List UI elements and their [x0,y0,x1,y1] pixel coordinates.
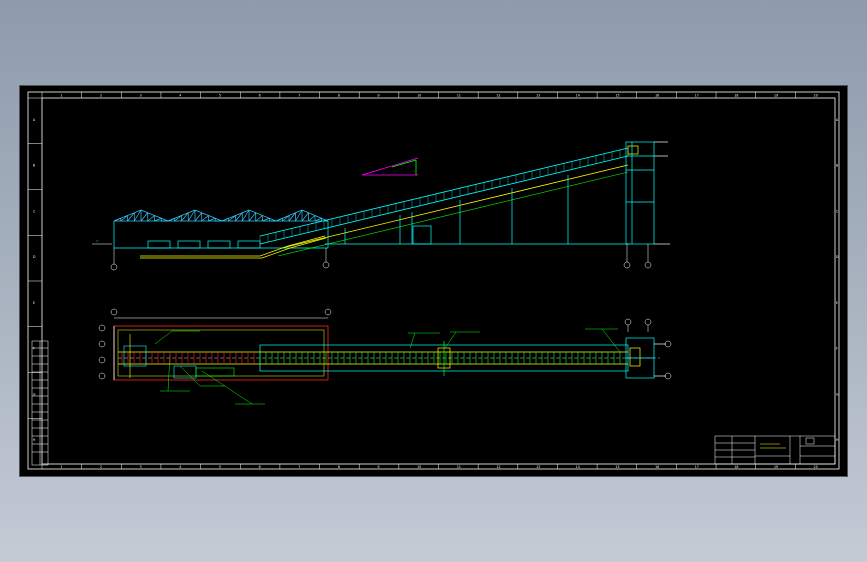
row-marker-right: F [836,347,838,351]
row-marker-right: D [836,255,839,259]
row-marker-left: H [33,438,36,442]
column-marker-bottom: 14 [576,465,580,469]
plan-tail-section [123,334,235,379]
truss-diagonal [255,215,263,222]
truss-diagonal [308,215,316,222]
column-marker-bottom: 20 [814,465,818,469]
inclined-gallery [259,147,629,257]
plan-dimension-top [98,308,672,380]
truss-diagonal [314,217,322,222]
column-marker-bottom: 17 [695,465,699,469]
row-marker-right: E [836,301,838,305]
column-marker-top: 3 [140,94,142,98]
column-marker-top: 5 [219,94,221,98]
row-marker-right: H [836,438,839,442]
transfer-tower [625,141,670,245]
column-marker-bottom: 12 [496,465,500,469]
row-marker-right: C [836,209,839,213]
cad-drawing-viewport[interactable]: 1 1 2 2 3 3 4 4 5 5 6 6 7 7 8 8 9 9 10 10 11 11 12 12 13 13 14 14 15… [20,86,847,476]
row-marker-left: F [33,347,35,351]
row-marker-left: B [33,164,35,168]
row-marker-right: B [836,164,838,168]
plan-annotations [154,328,621,405]
column-marker-top: 1 [60,94,62,98]
row-markers: A AB BC CD DE EF FG GH H [33,118,839,442]
column-marker-bottom: 5 [219,465,221,469]
column-marker-top: 4 [179,94,181,98]
truss-diagonal [301,212,309,222]
column-marker-top: 20 [814,94,818,98]
truss-diagonal [154,217,162,222]
column-marker-bottom: 2 [100,465,102,469]
column-marker-bottom: 19 [774,465,778,469]
column-marker-bottom: 13 [536,465,540,469]
column-markers: 1122334455667788991010111112121313141415… [60,94,817,470]
drawing-frame [27,91,840,470]
column-marker-top: 17 [695,94,699,98]
truss-diagonal [194,212,203,222]
column-marker-bottom: 4 [179,465,181,469]
column-marker-top: 14 [576,94,580,98]
row-marker-left: D [33,255,36,259]
column-marker-top: 11 [457,94,461,98]
column-marker-top: 8 [338,94,340,98]
title-block [714,435,836,465]
truss-diagonal [167,217,175,222]
row-marker-left: A [33,118,36,122]
column-marker-bottom: 18 [734,465,738,469]
truss-diagonal [174,215,182,222]
column-marker-bottom: 1 [60,465,62,469]
column-marker-bottom: 3 [140,465,142,469]
truss-diagonal [221,217,229,222]
building-roof-truss [113,209,329,222]
column-marker-top: 15 [615,94,619,98]
plan-conveyor [118,344,660,372]
truss-diagonal [201,215,209,222]
column-marker-bottom: 10 [417,465,421,469]
row-marker-right: G [836,392,839,396]
ground-line [140,235,327,259]
row-marker-left: E [33,301,35,305]
column-marker-bottom: 7 [298,465,300,469]
column-tick-marks [28,92,796,469]
truss-diagonal [147,215,155,222]
truss-diagonal [248,212,257,222]
column-marker-bottom: 11 [457,465,461,469]
truss-diagonal [113,217,121,222]
column-marker-bottom: 15 [615,465,619,469]
column-marker-bottom: 9 [378,465,380,469]
column-marker-top: 16 [655,94,659,98]
elevation-view: · ▽ [92,141,670,271]
column-marker-top: 18 [734,94,738,98]
column-marker-top: 19 [774,94,778,98]
column-marker-top: 9 [378,94,380,98]
row-marker-left: C [33,209,36,213]
column-marker-bottom: 8 [338,465,340,469]
truss-diagonal [208,217,216,222]
column-marker-top: 7 [298,94,300,98]
column-marker-bottom: 16 [655,465,659,469]
truss-diagonal [120,215,128,222]
plan-view [98,308,672,405]
truss-diagonal [262,217,270,222]
column-marker-top: 10 [417,94,421,98]
svg-text:·: · [420,163,421,167]
column-marker-bottom: 6 [259,465,261,469]
gradient-mark: · [361,157,421,176]
row-marker-right: A [836,118,839,122]
cad-drawing-canvas[interactable]: 1122334455667788991010111112121313141415… [20,86,847,476]
truss-diagonal [275,217,283,222]
svg-text:▽: ▽ [96,239,99,243]
column-marker-top: 2 [100,94,102,98]
truss-diagonal [140,212,149,222]
column-marker-top: 12 [496,94,500,98]
column-marker-top: 13 [536,94,540,98]
revision-strip [31,340,49,466]
truss-diagonal [228,215,236,222]
column-marker-top: 6 [259,94,261,98]
truss-diagonal [282,215,290,222]
